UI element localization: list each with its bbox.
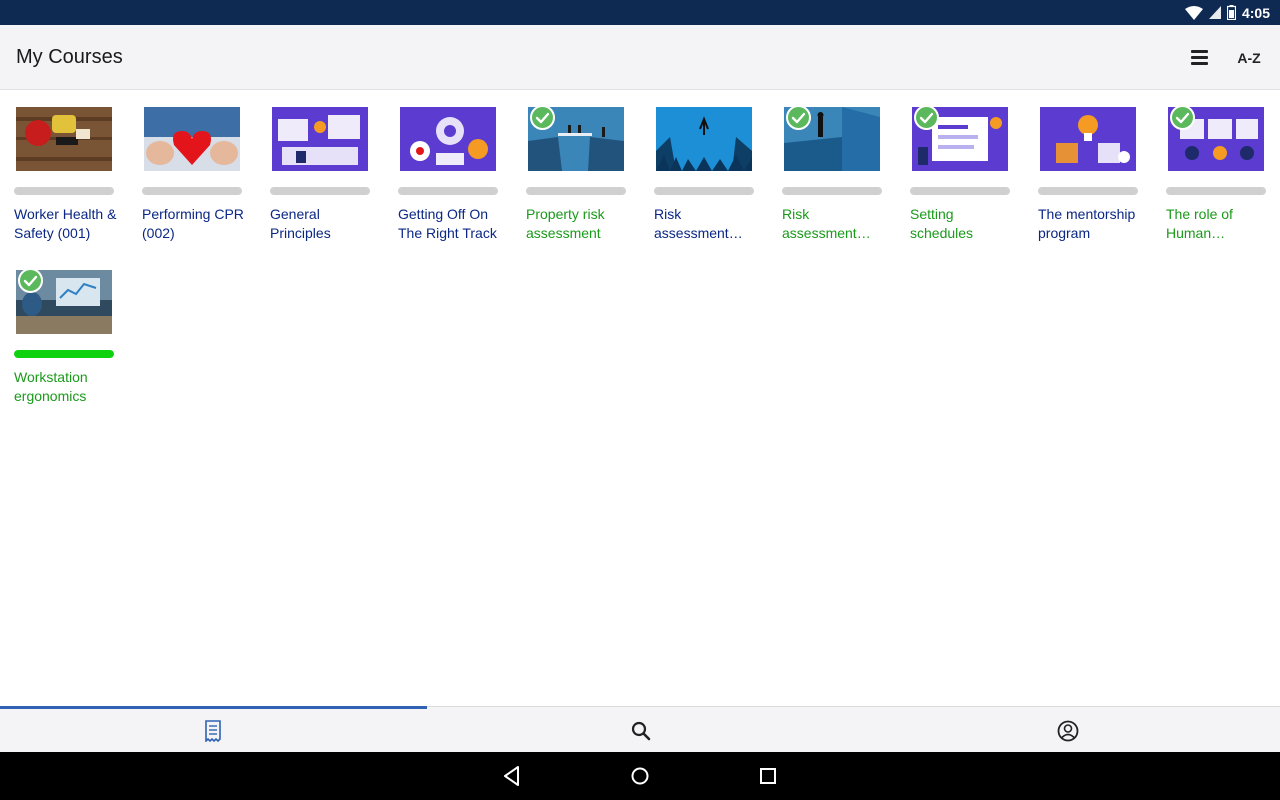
course-card[interactable]: Risk assessment…	[654, 106, 754, 246]
completed-check-icon	[18, 268, 43, 293]
page-title: My Courses	[16, 46, 123, 68]
course-card[interactable]: Property risk assessment	[526, 105, 626, 246]
bottom-nav	[0, 706, 1280, 752]
course-thumbnail	[144, 107, 240, 171]
wifi-icon	[1184, 5, 1203, 20]
recents-icon	[760, 768, 776, 784]
recents-button[interactable]	[756, 764, 780, 788]
back-button[interactable]	[500, 764, 524, 788]
home-icon	[631, 767, 649, 785]
course-card[interactable]: The mentorship program	[1038, 106, 1138, 246]
list-view-button[interactable]	[1188, 47, 1212, 67]
course-title: Getting Off On The Right Track	[398, 206, 497, 241]
course-progress-bar	[270, 187, 370, 195]
tab-search[interactable]	[427, 707, 853, 753]
course-thumbnail	[400, 107, 496, 171]
course-thumbnail	[16, 107, 112, 171]
course-progress-bar	[398, 187, 498, 195]
course-progress-bar	[526, 187, 626, 195]
course-progress-bar	[782, 187, 882, 195]
battery-icon	[1226, 5, 1236, 20]
back-icon	[504, 766, 519, 786]
course-title: Risk assessment…	[782, 206, 871, 241]
course-title: Workstation ergonomics	[14, 369, 88, 404]
course-title: Setting schedules	[910, 206, 974, 241]
menu-icon-line	[1191, 62, 1208, 65]
courses-list-icon	[205, 720, 221, 742]
course-card[interactable]: Setting schedules	[910, 105, 1010, 246]
completed-check-icon	[1170, 105, 1195, 130]
course-progress-bar	[142, 187, 242, 195]
course-progress-bar	[14, 350, 114, 358]
course-card[interactable]: Performing CPR (002)	[142, 106, 244, 246]
home-button[interactable]	[628, 764, 652, 788]
course-card[interactable]: Getting Off On The Right Track	[398, 106, 498, 246]
course-card[interactable]: General Principles	[270, 106, 370, 246]
search-icon	[631, 721, 651, 741]
course-card[interactable]: Risk assessment…	[782, 105, 882, 246]
course-title: General Principles	[270, 206, 331, 241]
course-title: Worker Health & Safety (001)	[14, 206, 117, 241]
course-progress-bar	[14, 187, 114, 195]
course-progress-bar	[910, 187, 1010, 195]
course-title: The role of Human…	[1166, 206, 1233, 241]
course-thumbnail	[656, 107, 752, 171]
course-progress-fill	[14, 350, 114, 358]
sort-az-button[interactable]: A-Z	[1233, 47, 1265, 69]
tab-courses[interactable]	[0, 707, 426, 753]
completed-check-icon	[914, 105, 939, 130]
menu-icon-line	[1191, 50, 1208, 53]
course-progress-bar	[1038, 187, 1138, 195]
course-progress-bar	[654, 187, 754, 195]
course-card[interactable]: Worker Health & Safety (001)	[14, 106, 116, 246]
course-thumbnail	[1040, 107, 1136, 171]
system-nav-bar	[0, 752, 1280, 800]
completed-check-icon	[530, 105, 555, 130]
completed-check-icon	[786, 105, 811, 130]
signal-icon	[1208, 6, 1221, 19]
status-bar: 4:05	[0, 0, 1280, 25]
course-card[interactable]: The role of Human…	[1166, 105, 1266, 246]
tab-profile[interactable]	[854, 707, 1280, 753]
status-icons: 4:05	[1184, 3, 1270, 22]
course-thumbnail	[272, 107, 368, 171]
course-title: Property risk assessment	[526, 206, 605, 241]
app-bar: My Courses A-Z	[0, 25, 1280, 90]
profile-icon	[1057, 720, 1079, 742]
course-progress-bar	[1166, 187, 1266, 195]
course-title: The mentorship program	[1038, 206, 1136, 241]
course-title: Risk assessment…	[654, 206, 743, 241]
menu-icon-line	[1191, 56, 1208, 59]
course-title: Performing CPR (002)	[142, 206, 244, 241]
course-card[interactable]: Workstation ergonomics	[14, 268, 114, 409]
status-time: 4:05	[1241, 4, 1270, 21]
